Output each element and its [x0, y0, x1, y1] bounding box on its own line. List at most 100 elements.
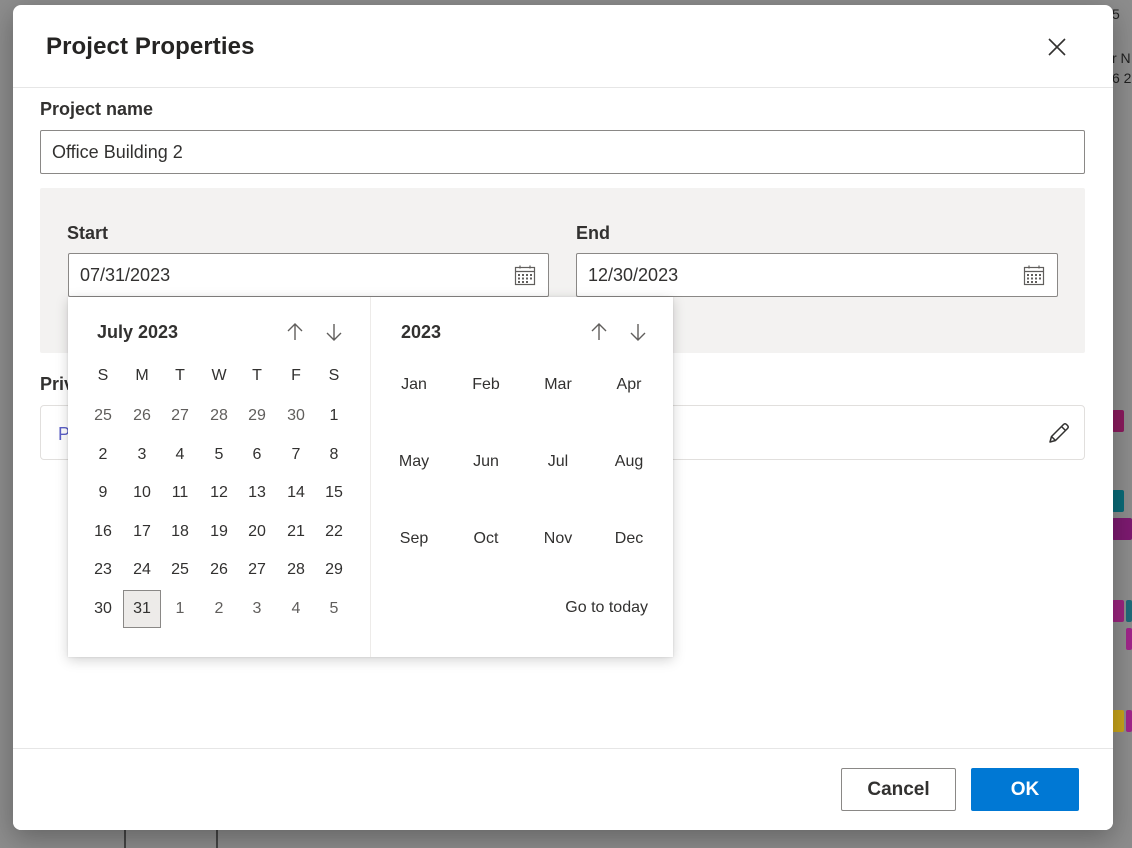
start-date-field[interactable] [68, 253, 549, 297]
weekday-label: T [175, 367, 185, 384]
calendar-day[interactable]: 12 [200, 474, 238, 512]
calendar-day[interactable]: 16 [84, 513, 122, 551]
close-button[interactable] [1043, 33, 1071, 61]
calendar-day[interactable]: 22 [315, 513, 353, 551]
dialog-header: Project Properties [13, 5, 1113, 88]
arrow-down-icon [326, 324, 342, 341]
project-name-input[interactable] [40, 130, 1085, 174]
month-option[interactable]: Sep [384, 530, 444, 548]
calendar-icon[interactable] [1022, 263, 1046, 287]
calendar-divider [370, 297, 371, 657]
calendar-day[interactable]: 13 [238, 474, 276, 512]
calendar-day[interactable]: 17 [123, 513, 161, 551]
calendar-day[interactable]: 5 [200, 436, 238, 474]
next-year-button[interactable] [624, 318, 652, 346]
weekday-label: F [291, 367, 301, 384]
calendar-day[interactable]: 29 [238, 397, 276, 435]
background-gridline [216, 830, 218, 848]
calendar-day[interactable]: 2 [200, 590, 238, 628]
background-text: 6 2 [1112, 70, 1132, 86]
calendar-day[interactable]: 6 [238, 436, 276, 474]
date-picker-popup: July 2023 SMTWTFS 25 26 27 28 29 30 1 2 3 4 5 6 7 8 9 1… [68, 297, 673, 657]
calendar-day[interactable]: 5 [315, 590, 353, 628]
month-option[interactable]: Dec [599, 530, 659, 548]
calendar-day[interactable]: 31 [123, 589, 161, 628]
month-option[interactable]: Feb [456, 376, 516, 394]
month-option[interactable]: May [384, 453, 444, 471]
calendar-day[interactable]: 3 [123, 436, 161, 474]
calendar-day[interactable]: 7 [277, 436, 315, 474]
next-month-button[interactable] [320, 318, 348, 346]
background-task-chip [1112, 710, 1124, 732]
calendar-month-title[interactable]: July 2023 [97, 322, 178, 343]
dialog-footer: Cancel OK [13, 748, 1113, 830]
close-icon [1048, 38, 1066, 56]
end-date-field[interactable] [576, 253, 1058, 297]
start-date-input[interactable] [69, 254, 469, 296]
background-text: r N [1112, 50, 1131, 66]
month-option[interactable]: Jul [528, 453, 588, 471]
calendar-day[interactable]: 27 [238, 551, 276, 589]
calendar-day[interactable]: 1 [315, 397, 353, 435]
calendar-year-title[interactable]: 2023 [401, 322, 441, 343]
calendar-day[interactable]: 26 [123, 397, 161, 435]
calendar-day[interactable]: 1 [161, 590, 199, 628]
background-task-chip [1126, 710, 1132, 732]
weekday-label: S [97, 367, 109, 384]
calendar-day[interactable]: 11 [161, 474, 199, 512]
arrow-down-icon [630, 324, 646, 341]
calendar-day[interactable]: 20 [238, 513, 276, 551]
calendar-day[interactable]: 2 [84, 436, 122, 474]
background-text: 5 [1112, 6, 1120, 22]
calendar-day[interactable]: 27 [161, 397, 199, 435]
month-option[interactable]: Oct [456, 530, 516, 548]
background-task-chip [1126, 628, 1132, 650]
calendar-day[interactable]: 24 [123, 551, 161, 589]
month-option[interactable]: Jan [384, 376, 444, 394]
end-date-input[interactable] [577, 254, 977, 296]
previous-month-button[interactable] [281, 318, 309, 346]
pencil-icon[interactable] [1046, 420, 1072, 446]
calendar-day[interactable]: 29 [315, 551, 353, 589]
calendar-day[interactable]: 28 [277, 551, 315, 589]
calendar-day[interactable]: 19 [200, 513, 238, 551]
project-name-label: Project name [40, 99, 154, 119]
month-option[interactable]: Apr [599, 376, 659, 394]
calendar-day[interactable]: 25 [84, 397, 122, 435]
cancel-button[interactable]: Cancel [841, 768, 956, 811]
calendar-day[interactable]: 4 [161, 436, 199, 474]
weekday-label: T [252, 367, 262, 384]
background-task-chip [1112, 410, 1124, 432]
start-date-label: Start [67, 223, 109, 243]
calendar-day[interactable]: 21 [277, 513, 315, 551]
background-task-chip [1112, 490, 1124, 512]
background-task-chip [1112, 518, 1132, 540]
end-date-label: End [576, 223, 610, 243]
background-task-chip [1112, 600, 1124, 622]
calendar-day[interactable]: 15 [315, 474, 353, 512]
calendar-day[interactable]: 3 [238, 590, 276, 628]
calendar-day[interactable]: 8 [315, 436, 353, 474]
weekday-label: M [135, 367, 149, 384]
calendar-day[interactable]: 23 [84, 551, 122, 589]
month-option[interactable]: Nov [528, 530, 588, 548]
month-option[interactable]: Mar [528, 376, 588, 394]
ok-button[interactable]: OK [971, 768, 1079, 811]
background-task-chip [1126, 600, 1132, 622]
calendar-day[interactable]: 30 [277, 397, 315, 435]
calendar-day[interactable]: 10 [123, 474, 161, 512]
calendar-day[interactable]: 26 [200, 551, 238, 589]
calendar-day[interactable]: 30 [84, 590, 122, 628]
calendar-day[interactable]: 25 [161, 551, 199, 589]
calendar-icon[interactable] [513, 263, 537, 287]
calendar-day[interactable]: 18 [161, 513, 199, 551]
calendar-day[interactable]: 9 [84, 474, 122, 512]
previous-year-button[interactable] [585, 318, 613, 346]
month-option[interactable]: Jun [456, 453, 516, 471]
arrow-up-icon [287, 323, 303, 340]
calendar-day[interactable]: 28 [200, 397, 238, 435]
month-option[interactable]: Aug [599, 453, 659, 471]
calendar-day[interactable]: 4 [277, 590, 315, 628]
go-to-today-link[interactable]: Go to today [548, 599, 648, 617]
calendar-day[interactable]: 14 [277, 474, 315, 512]
